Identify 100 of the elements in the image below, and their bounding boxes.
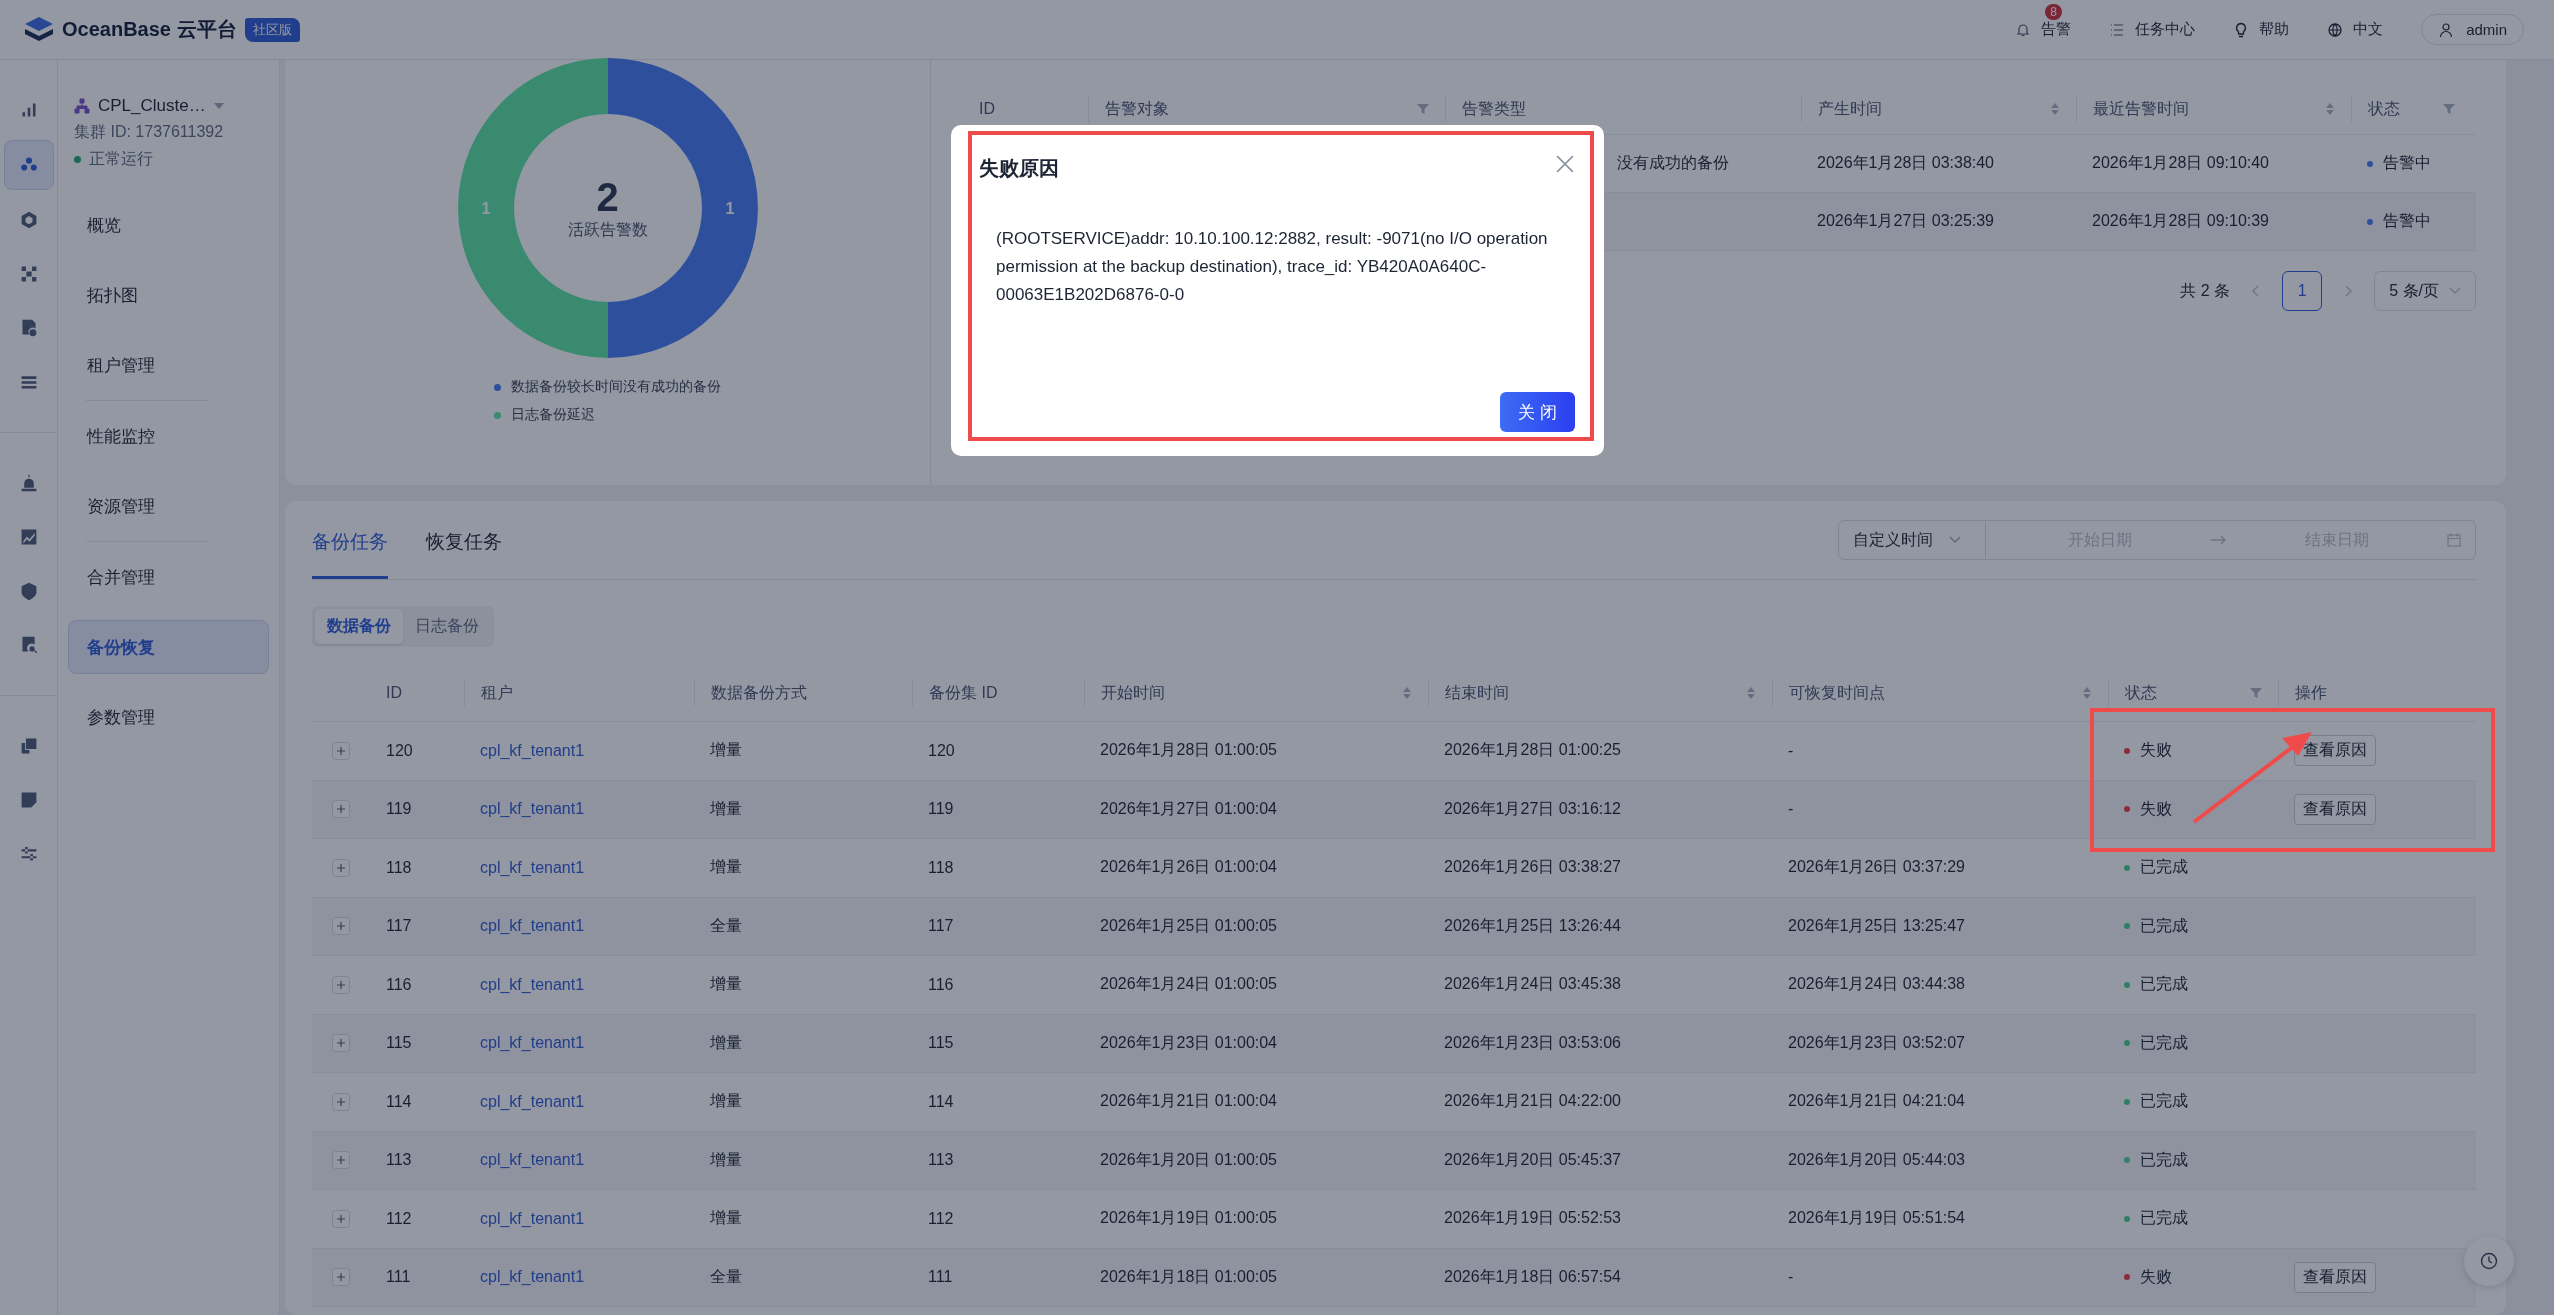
cluster-name[interactable]: CPL_Cluste… bbox=[98, 96, 206, 116]
menu-item[interactable]: 参数管理 bbox=[68, 690, 269, 744]
sort-icon[interactable] bbox=[2050, 102, 2060, 116]
chevron-left-icon[interactable] bbox=[2252, 285, 2261, 297]
view-reason-button[interactable]: 查看原因 bbox=[2294, 793, 2376, 825]
table-cell-text: 2026年1月20日 05:45:37 bbox=[1444, 1149, 1621, 1170]
filter-icon[interactable] bbox=[2250, 687, 2262, 699]
tenant-link[interactable]: cpl_kf_tenant1 bbox=[480, 1151, 585, 1170]
segment[interactable]: 日志备份 bbox=[403, 609, 491, 644]
close-button[interactable]: 关 闭 bbox=[1500, 392, 1575, 432]
chevron-right-icon[interactable] bbox=[2344, 285, 2353, 297]
expand-button[interactable] bbox=[332, 1034, 350, 1053]
dialog-message: (ROOTSERVICE)addr: 10.10.100.12:2882, result: -9071(no I/O operation permission at the backup destination), trace_id: YB420A0A640C-00063E1B202D6876-0-0 bbox=[996, 228, 1549, 306]
sort-icon[interactable] bbox=[1746, 686, 1756, 700]
tenant-link[interactable]: cpl_kf_tenant1 bbox=[480, 858, 585, 877]
table-cell-text: 2026年1月18日 06:57:54 bbox=[1444, 1266, 1621, 1287]
column-header: 状态 bbox=[2108, 680, 2278, 706]
status-text: 失败 bbox=[2140, 740, 2172, 761]
table-cell-text: 2026年1月21日 01:00:04 bbox=[1100, 1091, 1277, 1112]
filter-icon[interactable] bbox=[2443, 103, 2455, 115]
expand-button[interactable] bbox=[332, 858, 350, 877]
chevron-down-icon bbox=[1949, 536, 1961, 544]
header-link[interactable]: 任务中心 bbox=[2109, 20, 2196, 39]
expand-button[interactable] bbox=[332, 975, 350, 994]
expand-button[interactable] bbox=[332, 800, 350, 819]
table-cell-text: 全量 bbox=[710, 915, 742, 936]
table-cell-text: 2026年1月18日 01:00:05 bbox=[1100, 1266, 1277, 1287]
column-header: ID bbox=[978, 99, 996, 119]
tenant-link[interactable]: cpl_kf_tenant1 bbox=[480, 741, 585, 760]
table-cell-text: 没有成功的备份 bbox=[1617, 153, 1729, 173]
table-cell-text: 增量 bbox=[710, 798, 742, 819]
table-cell-text: 2026年1月19日 05:51:54 bbox=[1788, 1208, 1965, 1229]
expand-button[interactable] bbox=[332, 1092, 350, 1111]
table-cell-text: 2026年1月20日 05:44:03 bbox=[1788, 1149, 1965, 1170]
menu-item[interactable]: 资源管理 bbox=[68, 479, 269, 533]
tab[interactable]: 备份任务 bbox=[312, 501, 388, 579]
tab[interactable]: 恢复任务 bbox=[426, 501, 502, 579]
table-cell-text: 增量 bbox=[710, 1032, 742, 1053]
dialog-title: 失败原因 bbox=[979, 156, 1059, 181]
status-text: 已完成 bbox=[2140, 1032, 2188, 1053]
table-cell-text: 2026年1月27日 03:16:12 bbox=[1444, 798, 1621, 819]
menu-item[interactable]: 性能监控 bbox=[68, 409, 269, 463]
tenant-link[interactable]: cpl_kf_tenant1 bbox=[480, 1209, 585, 1228]
table-cell: 113 bbox=[928, 1151, 954, 1170]
tenant-link[interactable]: cpl_kf_tenant1 bbox=[480, 1092, 585, 1111]
slice-label: 1 bbox=[481, 200, 490, 217]
sort-icon[interactable] bbox=[2325, 102, 2335, 116]
status-text: 告警中 bbox=[2383, 153, 2431, 173]
tenant-link[interactable]: cpl_kf_tenant1 bbox=[480, 975, 585, 994]
sort-icon[interactable] bbox=[1402, 686, 1412, 700]
menu-item[interactable]: 合并管理 bbox=[68, 550, 269, 604]
menu-item[interactable]: 概览 bbox=[68, 198, 269, 252]
header-link[interactable]: 帮助 bbox=[2233, 20, 2290, 39]
filter-icon[interactable] bbox=[1417, 103, 1429, 115]
chevron-down-icon bbox=[2449, 287, 2461, 295]
hierarchy-icon bbox=[74, 98, 90, 114]
header-link[interactable]: 告警 bbox=[2015, 20, 2072, 39]
table-cell: 111 bbox=[928, 1268, 953, 1287]
cluster-id: 集群 ID: 1737611392 bbox=[74, 122, 225, 142]
total-count: 共 2 条 bbox=[2180, 280, 2231, 301]
table-cell-text: 2026年1月25日 01:00:05 bbox=[1100, 915, 1277, 936]
tenant-link[interactable]: cpl_kf_tenant1 bbox=[480, 1268, 585, 1287]
range-type-select[interactable]: 自定义时间 bbox=[1838, 520, 1986, 560]
table-cell-text: 2026年1月24日 01:00:05 bbox=[1100, 974, 1277, 995]
user-button[interactable]: admin bbox=[2421, 14, 2524, 45]
table-cell: 114 bbox=[386, 1092, 412, 1111]
expand-button[interactable] bbox=[332, 917, 350, 936]
close-icon[interactable] bbox=[1556, 155, 1574, 173]
table-cell-text: 2026年1月21日 04:21:04 bbox=[1788, 1091, 1965, 1112]
menu-item[interactable]: 租户管理 bbox=[68, 338, 269, 392]
tenant-link[interactable]: cpl_kf_tenant1 bbox=[480, 917, 585, 936]
menu-item[interactable]: 拓扑图 bbox=[68, 268, 269, 322]
notification-badge: 8 bbox=[2045, 4, 2062, 20]
page-button[interactable]: 1 bbox=[2282, 271, 2323, 311]
rail-button[interactable] bbox=[3, 140, 54, 190]
slice-label: 1 bbox=[725, 200, 734, 217]
table-cell: 120 bbox=[928, 741, 955, 760]
caret-icon[interactable] bbox=[213, 103, 224, 109]
tenant-link[interactable]: cpl_kf_tenant1 bbox=[480, 1034, 585, 1053]
expand-button[interactable] bbox=[332, 741, 350, 760]
column-header: 操作 bbox=[2278, 680, 2475, 706]
table-cell: 119 bbox=[928, 800, 954, 819]
legend-label: 日志备份延迟 bbox=[511, 406, 595, 424]
table-cell: 113 bbox=[386, 1151, 412, 1170]
table-cell-text: 增量 bbox=[710, 1091, 742, 1112]
header-link[interactable]: 中文 bbox=[2327, 20, 2384, 39]
menu-item[interactable]: 备份恢复 bbox=[68, 620, 269, 674]
expand-button[interactable] bbox=[332, 1268, 350, 1287]
sort-icon[interactable] bbox=[2082, 686, 2092, 700]
table-cell: 118 bbox=[928, 858, 954, 877]
segment[interactable]: 数据备份 bbox=[315, 609, 403, 644]
list-icon bbox=[2109, 21, 2126, 38]
tenant-link[interactable]: cpl_kf_tenant1 bbox=[480, 800, 585, 819]
page-size-select[interactable]: 5 条/页 bbox=[2374, 271, 2476, 311]
expand-button[interactable] bbox=[332, 1151, 350, 1170]
column-header: 状态 bbox=[2351, 96, 2471, 122]
table-cell: 117 bbox=[386, 917, 412, 936]
view-reason-button[interactable]: 查看原因 bbox=[2294, 1261, 2376, 1293]
bell-icon bbox=[2015, 21, 2032, 38]
expand-button[interactable] bbox=[332, 1209, 350, 1228]
